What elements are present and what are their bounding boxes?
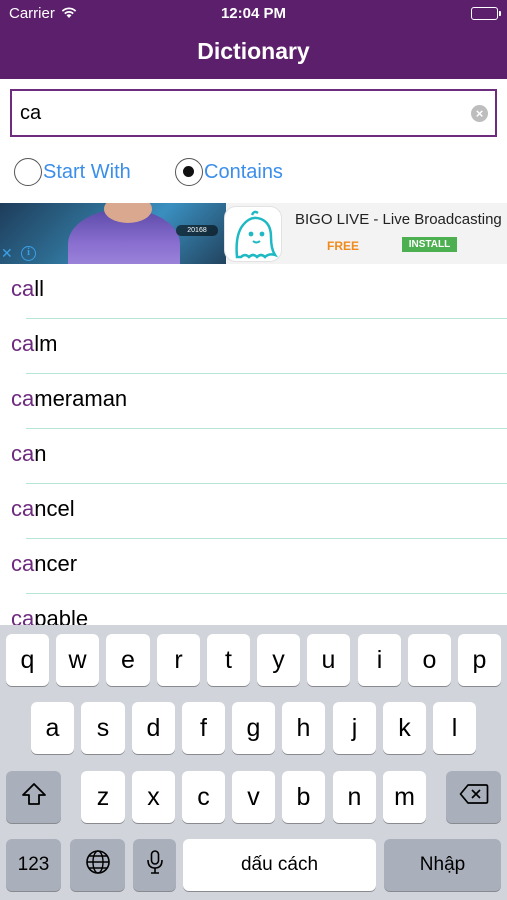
navigation-header: Carrier 12:04 PM Dictionary <box>0 0 507 79</box>
status-time: 12:04 PM <box>220 5 287 22</box>
key-d[interactable]: d <box>132 702 175 754</box>
dictation-key[interactable] <box>133 839 176 891</box>
word-match: ca <box>11 496 35 521</box>
ad-install-button[interactable]: INSTALL <box>402 237 457 252</box>
return-key[interactable]: Nhập <box>384 839 501 891</box>
key-o[interactable]: o <box>408 634 451 686</box>
keyboard: q w e r t y u i o p a s d f g h j k l z … <box>0 625 507 900</box>
word-rest: ncer <box>34 551 78 576</box>
word-list[interactable]: call calm cameraman can cancel cancer ca… <box>0 264 507 625</box>
word-match: ca <box>11 551 35 576</box>
key-c[interactable]: c <box>182 771 225 823</box>
close-icon[interactable]: ✕ <box>1 245 13 262</box>
key-n[interactable]: n <box>333 771 376 823</box>
clear-icon[interactable]: × <box>471 105 488 122</box>
space-key[interactable]: dấu cách <box>183 839 376 891</box>
key-k[interactable]: k <box>383 702 426 754</box>
word-match: ca <box>11 441 35 466</box>
key-w[interactable]: w <box>56 634 99 686</box>
key-v[interactable]: v <box>232 771 275 823</box>
key-z[interactable]: z <box>81 771 125 823</box>
key-a[interactable]: a <box>31 702 74 754</box>
key-g[interactable]: g <box>232 702 275 754</box>
word-match: ca <box>11 331 35 356</box>
word-match: ca <box>11 276 35 301</box>
key-q[interactable]: q <box>6 634 49 686</box>
word-text[interactable]: call <box>11 276 44 302</box>
word-text[interactable]: cancer <box>11 551 77 577</box>
list-item[interactable]: cancel <box>0 484 507 539</box>
word-rest: ncel <box>34 496 75 521</box>
ghost-app-icon[interactable] <box>224 206 282 262</box>
key-j[interactable]: j <box>333 702 376 754</box>
key-t[interactable]: t <box>207 634 250 686</box>
key-s[interactable]: s <box>81 702 125 754</box>
word-rest: pable <box>34 606 89 625</box>
key-p[interactable]: p <box>458 634 501 686</box>
word-rest: ll <box>34 276 45 301</box>
key-x[interactable]: x <box>132 771 175 823</box>
key-l[interactable]: l <box>433 702 476 754</box>
key-u[interactable]: u <box>307 634 350 686</box>
info-icon[interactable]: i <box>21 246 36 261</box>
word-rest: lm <box>34 331 58 356</box>
numbers-key[interactable]: 123 <box>6 839 61 891</box>
page-title: Dictionary <box>197 38 310 64</box>
backspace-icon <box>459 783 489 812</box>
list-item[interactable]: calm <box>0 319 507 374</box>
key-r[interactable]: r <box>157 634 200 686</box>
key-y[interactable]: y <box>257 634 300 686</box>
word-rest: n <box>34 441 47 466</box>
microphone-icon <box>146 849 164 882</box>
radio-contains-label[interactable]: Contains <box>204 161 283 184</box>
globe-key[interactable] <box>70 839 125 891</box>
key-h[interactable]: h <box>282 702 325 754</box>
key-f[interactable]: f <box>182 702 225 754</box>
status-bar: Carrier 12:04 PM <box>0 0 507 28</box>
ad-price-label: FREE <box>327 239 360 253</box>
key-i[interactable]: i <box>358 634 401 686</box>
ad-app-name[interactable]: BIGO LIVE - Live Broadcasting <box>295 211 502 228</box>
radio-start-with[interactable]: Start With <box>14 157 131 187</box>
radio-start-with-circle[interactable] <box>14 158 42 186</box>
ad-photo-badge: 20168 <box>176 225 218 236</box>
word-text[interactable]: capable <box>11 606 88 625</box>
word-rest: meraman <box>34 386 128 411</box>
word-text[interactable]: calm <box>11 331 57 357</box>
key-m[interactable]: m <box>383 771 426 823</box>
shift-key[interactable] <box>6 771 61 823</box>
list-item[interactable]: call <box>0 264 507 319</box>
word-match: ca <box>11 386 35 411</box>
key-b[interactable]: b <box>282 771 325 823</box>
search-field[interactable]: × <box>10 89 497 137</box>
list-item[interactable]: capable <box>0 594 507 625</box>
word-text[interactable]: cancel <box>11 496 75 522</box>
radio-contains-circle[interactable] <box>175 158 203 186</box>
word-text[interactable]: cameraman <box>11 386 127 412</box>
radio-contains[interactable]: Contains <box>175 157 283 187</box>
battery-icon <box>471 7 501 20</box>
delete-key[interactable] <box>446 771 501 823</box>
list-item[interactable]: cameraman <box>0 374 507 429</box>
key-e[interactable]: e <box>106 634 150 686</box>
globe-icon <box>85 849 111 882</box>
list-item[interactable]: can <box>0 429 507 484</box>
shift-icon <box>21 782 47 813</box>
search-input[interactable] <box>20 91 460 135</box>
list-item[interactable]: cancer <box>0 539 507 594</box>
word-match: ca <box>11 606 35 625</box>
word-text[interactable]: can <box>11 441 47 467</box>
radio-start-with-label[interactable]: Start With <box>43 161 131 184</box>
